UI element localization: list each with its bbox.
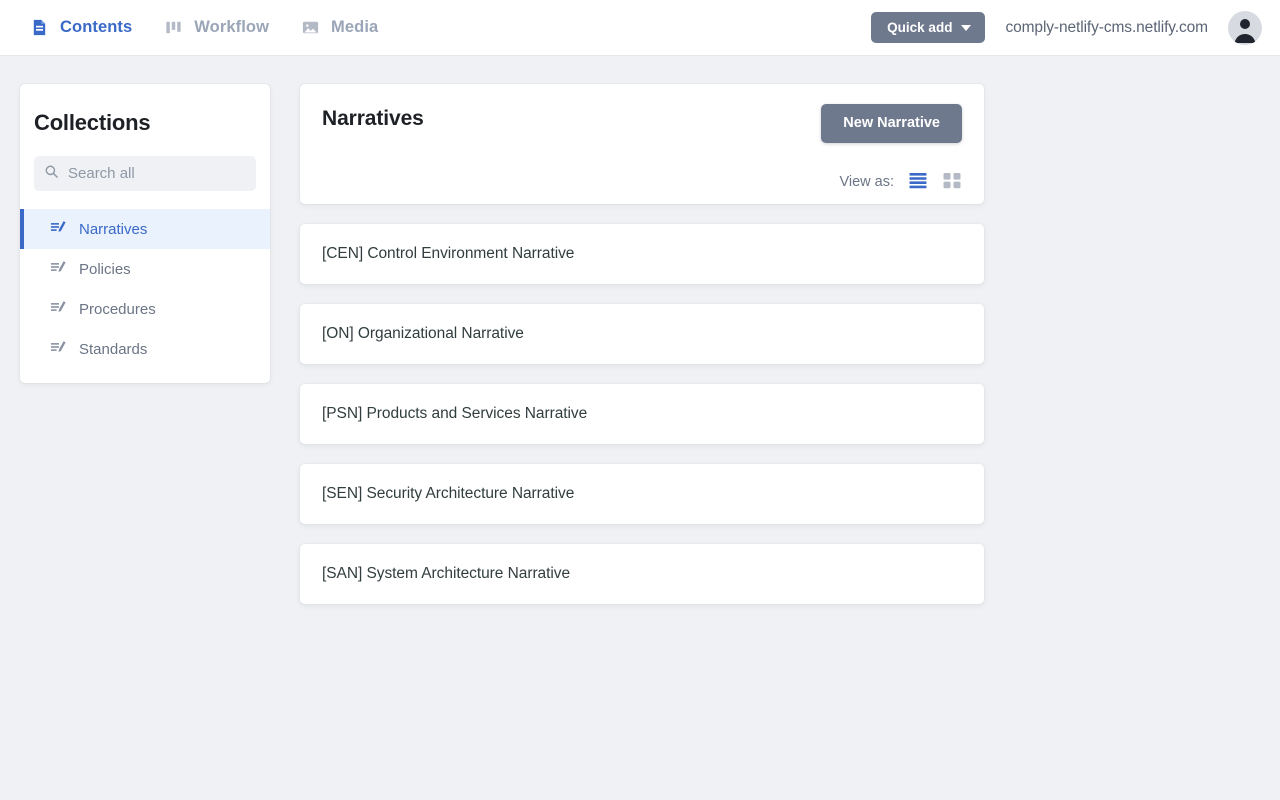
search-container bbox=[34, 156, 256, 191]
top-navigation-bar: Contents Workflow Media Quick add comply… bbox=[0, 0, 1280, 56]
write-lines-icon bbox=[50, 259, 67, 280]
nav-item-media[interactable]: Media bbox=[285, 0, 394, 56]
grid-view-button[interactable] bbox=[942, 173, 962, 191]
kanban-columns-icon bbox=[164, 18, 183, 37]
sidebar-item-procedures[interactable]: Procedures bbox=[20, 289, 270, 329]
collections-sidebar: Collections Na bbox=[20, 84, 270, 383]
sidebar-item-policies[interactable]: Policies bbox=[20, 249, 270, 289]
header-actions: Quick add comply-netlify-cms.netlify.com bbox=[871, 10, 1262, 45]
nav-item-media-label: Media bbox=[331, 18, 379, 36]
nav-item-workflow[interactable]: Workflow bbox=[148, 0, 285, 56]
entry-title: [ON] Organizational Narrative bbox=[322, 325, 524, 342]
document-icon bbox=[30, 18, 49, 37]
main-content: Narratives New Narrative View as: [CEN] … bbox=[300, 84, 984, 604]
sidebar-item-narratives[interactable]: Narratives bbox=[20, 209, 270, 249]
entry-title: [SEN] Security Architecture Narrative bbox=[322, 485, 575, 502]
collections-list: Narratives Policies Procedures Standards bbox=[20, 209, 270, 369]
table-row[interactable]: [SAN] System Architecture Narrative bbox=[300, 544, 984, 604]
image-icon bbox=[301, 18, 320, 37]
search-icon bbox=[44, 164, 59, 184]
write-lines-icon bbox=[50, 299, 67, 320]
chevron-down-icon bbox=[961, 24, 972, 31]
sidebar-title: Collections bbox=[34, 110, 151, 135]
table-row[interactable]: [ON] Organizational Narrative bbox=[300, 304, 984, 364]
nav-item-contents[interactable]: Contents bbox=[30, 0, 148, 56]
nav-item-contents-label: Contents bbox=[60, 18, 133, 36]
nav-item-workflow-label: Workflow bbox=[194, 18, 270, 36]
view-as-controls: View as: bbox=[839, 173, 962, 191]
collection-header-panel: Narratives New Narrative View as: bbox=[300, 84, 984, 204]
entries-list: [CEN] Control Environment Narrative [ON]… bbox=[300, 224, 984, 604]
write-lines-icon bbox=[50, 219, 67, 240]
list-view-button[interactable] bbox=[908, 173, 928, 191]
sidebar-item-standards-label: Standards bbox=[79, 340, 148, 358]
grid-view-icon bbox=[943, 172, 961, 192]
new-narrative-button[interactable]: New Narrative bbox=[821, 104, 962, 143]
entry-title: [SAN] System Architecture Narrative bbox=[322, 565, 571, 582]
sidebar-item-procedures-label: Procedures bbox=[79, 300, 156, 318]
quick-add-button[interactable]: Quick add bbox=[871, 11, 986, 44]
write-lines-icon bbox=[50, 339, 67, 360]
user-avatar-icon[interactable] bbox=[1228, 10, 1262, 45]
sidebar-item-policies-label: Policies bbox=[79, 260, 131, 278]
search-input[interactable] bbox=[68, 165, 246, 182]
view-as-label: View as: bbox=[839, 174, 894, 190]
entry-title: [CEN] Control Environment Narrative bbox=[322, 245, 575, 262]
table-row[interactable]: [SEN] Security Architecture Narrative bbox=[300, 464, 984, 524]
entry-title: [PSN] Products and Services Narrative bbox=[322, 405, 588, 422]
quick-add-label: Quick add bbox=[887, 19, 953, 35]
list-view-icon bbox=[909, 172, 927, 192]
primary-nav: Contents Workflow Media bbox=[30, 0, 394, 56]
sidebar-item-standards[interactable]: Standards bbox=[20, 329, 270, 369]
page-body: Collections Na bbox=[0, 56, 1280, 604]
site-url-label: comply-netlify-cms.netlify.com bbox=[1005, 18, 1208, 36]
sidebar-item-narratives-label: Narratives bbox=[79, 220, 148, 238]
table-row[interactable]: [CEN] Control Environment Narrative bbox=[300, 224, 984, 284]
table-row[interactable]: [PSN] Products and Services Narrative bbox=[300, 384, 984, 444]
